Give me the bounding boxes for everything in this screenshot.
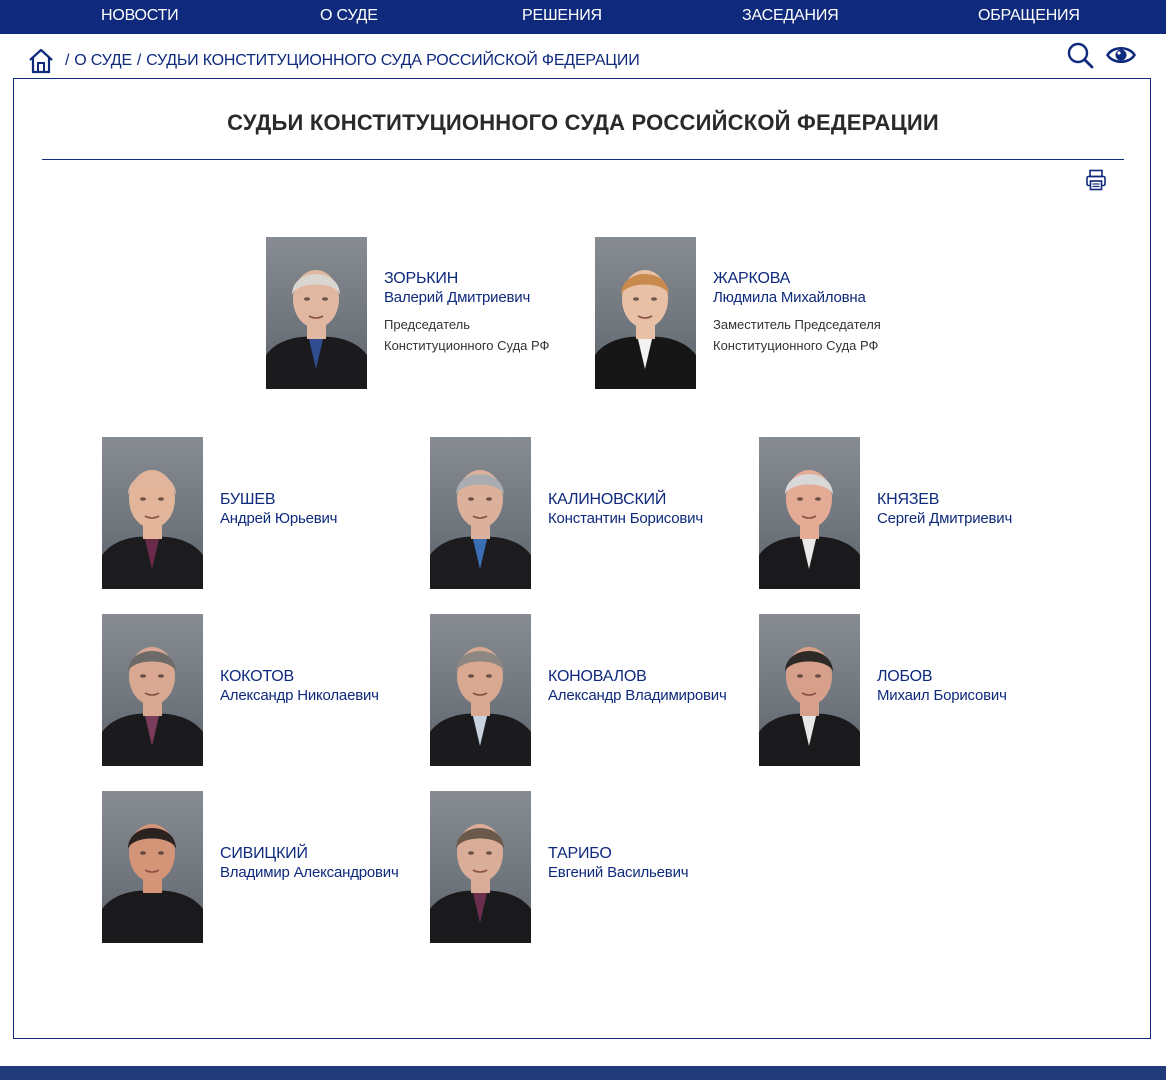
eye-icon[interactable] — [1105, 42, 1137, 70]
judge-photo — [759, 614, 860, 766]
judge-photo — [759, 437, 860, 589]
judge-info: ЗОРЬКИН Валерий Дмитриевич Председатель … — [384, 269, 549, 356]
judge-photo — [430, 614, 531, 766]
footer-bar — [0, 1066, 1166, 1080]
judge-info: КАЛИНОВСКИЙ Константин Борисович — [548, 490, 703, 528]
judge-given-name[interactable]: Владимир Александрович — [220, 863, 399, 882]
judge-info: СИВИЦКИЙ Владимир Александрович — [220, 844, 399, 882]
judge-info: ЛОБОВ Михаил Борисович — [877, 667, 1007, 705]
judge-photo — [430, 791, 531, 943]
judge-surname[interactable]: КОНОВАЛОВ — [548, 667, 727, 686]
printer-icon[interactable] — [1084, 168, 1108, 192]
judge-card[interactable]: ЛОБОВ Михаил Борисович — [759, 614, 1007, 766]
judge-given-name[interactable]: Александр Владимирович — [548, 686, 727, 705]
judge-role-line: Заместитель Председателя — [713, 317, 881, 332]
judge-given-name[interactable]: Константин Борисович — [548, 509, 703, 528]
breadcrumb-separator: / — [65, 52, 70, 69]
judge-photo — [266, 237, 367, 389]
judge-surname[interactable]: КОКОТОВ — [220, 667, 379, 686]
judge-card[interactable]: СИВИЦКИЙ Владимир Александрович — [102, 791, 399, 943]
nav-appeals[interactable]: ОБРАЩЕНИЯ — [978, 0, 1080, 34]
judge-info: БУШЕВ Андрей Юрьевич — [220, 490, 337, 528]
judge-role: Председатель Конституционного Суда РФ — [384, 314, 549, 356]
judge-info: КНЯЗЕВ Сергей Дмитриевич — [877, 490, 1012, 528]
judge-role-line: Конституционного Суда РФ — [713, 338, 879, 353]
judge-surname[interactable]: ЗОРЬКИН — [384, 269, 549, 288]
judge-card[interactable]: ЖАРКОВА Людмила Михайловна Заместитель П… — [595, 237, 881, 389]
breadcrumb-judges[interactable]: СУДЬИ КОНСТИТУЦИОННОГО СУДА РОССИЙСКОЙ Ф… — [146, 52, 640, 70]
judge-role-line: Председатель — [384, 317, 471, 332]
judge-photo — [102, 614, 203, 766]
judge-photo — [595, 237, 696, 389]
judge-info: ЖАРКОВА Людмила Михайловна Заместитель П… — [713, 269, 881, 356]
page-title: СУДЬИ КОНСТИТУЦИОННОГО СУДА РОССИЙСКОЙ Ф… — [227, 110, 939, 135]
judge-photo — [430, 437, 531, 589]
judge-info: КОНОВАЛОВ Александр Владимирович — [548, 667, 727, 705]
judge-given-name[interactable]: Александр Николаевич — [220, 686, 379, 705]
judge-surname[interactable]: КАЛИНОВСКИЙ — [548, 490, 703, 509]
nav-about-court[interactable]: О СУДЕ — [320, 0, 378, 34]
judge-given-name[interactable]: Людмила Михайловна — [713, 288, 881, 307]
breadcrumb-separator: / — [136, 52, 142, 69]
judge-given-name[interactable]: Андрей Юрьевич — [220, 509, 337, 528]
nav-decisions[interactable]: РЕШЕНИЯ — [522, 0, 602, 34]
judge-surname[interactable]: ЛОБОВ — [877, 667, 1007, 686]
judge-card[interactable]: ЗОРЬКИН Валерий Дмитриевич Председатель … — [266, 237, 549, 389]
nav-sessions[interactable]: ЗАСЕДАНИЯ — [742, 0, 839, 34]
judge-card[interactable]: КОНОВАЛОВ Александр Владимирович — [430, 614, 727, 766]
judge-info: КОКОТОВ Александр Николаевич — [220, 667, 379, 705]
header-tools — [1066, 42, 1137, 70]
judge-role-line: Конституционного Суда РФ — [384, 338, 550, 353]
judge-card[interactable]: КОКОТОВ Александр Николаевич — [102, 614, 379, 766]
judge-given-name[interactable]: Сергей Дмитриевич — [877, 509, 1012, 528]
judge-given-name[interactable]: Евгений Васильевич — [548, 863, 689, 882]
judge-surname[interactable]: ТАРИБО — [548, 844, 688, 863]
breadcrumb: / О СУДЕ / СУДЬИ КОНСТИТУЦИОННОГО СУДА Р… — [28, 46, 640, 76]
judge-surname[interactable]: БУШЕВ — [220, 490, 337, 509]
judge-given-name[interactable]: Михаил Борисович — [877, 686, 1007, 705]
breadcrumb-about-court[interactable]: О СУДЕ — [74, 52, 132, 70]
title-divider — [42, 159, 1124, 160]
judge-card[interactable]: КАЛИНОВСКИЙ Константин Борисович — [430, 437, 703, 589]
judge-card[interactable]: КНЯЗЕВ Сергей Дмитриевич — [759, 437, 1012, 589]
top-navigation: НОВОСТИ О СУДЕ РЕШЕНИЯ ЗАСЕДАНИЯ ОБРАЩЕН… — [0, 0, 1166, 34]
judge-surname[interactable]: СИВИЦКИЙ — [220, 844, 399, 863]
judge-surname[interactable]: ЖАРКОВА — [713, 269, 881, 288]
judge-photo — [102, 791, 203, 943]
judge-given-name[interactable]: Валерий Дмитриевич — [384, 288, 549, 307]
search-icon[interactable] — [1066, 42, 1096, 70]
judge-card[interactable]: БУШЕВ Андрей Юрьевич — [102, 437, 337, 589]
judge-role: Заместитель Председателя Конституционног… — [713, 314, 881, 356]
home-icon[interactable] — [28, 48, 54, 74]
nav-news[interactable]: НОВОСТИ — [101, 0, 179, 34]
judge-photo — [102, 437, 203, 589]
judge-surname[interactable]: КНЯЗЕВ — [877, 490, 1012, 509]
judge-card[interactable]: ТАРИБО Евгений Васильевич — [430, 791, 689, 943]
judge-info: ТАРИБО Евгений Васильевич — [548, 844, 689, 882]
